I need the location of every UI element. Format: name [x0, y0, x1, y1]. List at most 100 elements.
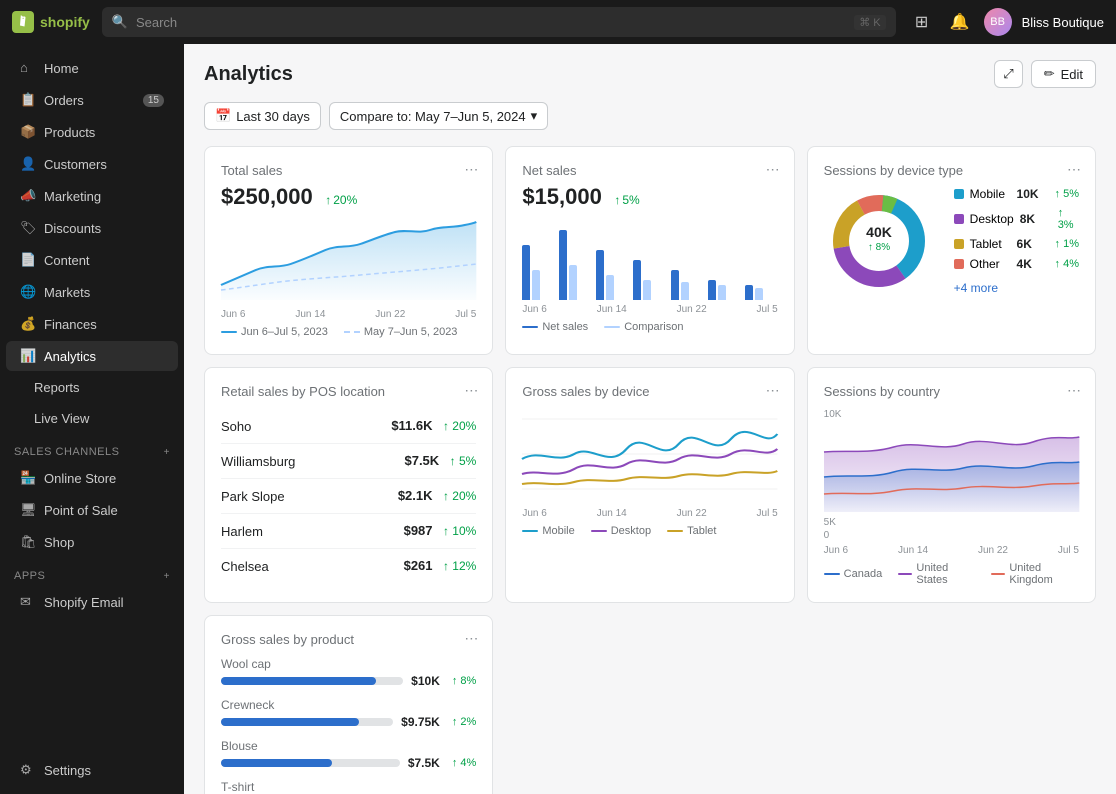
sidebar-item-content[interactable]: 📄 Content: [6, 245, 178, 275]
compare-button[interactable]: Compare to: May 7–Jun 5, 2024 ▾: [329, 102, 548, 130]
search-bar[interactable]: 🔍 Search ⌘ K: [102, 7, 896, 37]
sessions-country-title: Sessions by country: [824, 384, 1079, 399]
bell-icon[interactable]: 🔔: [946, 8, 974, 36]
other-dot: [954, 259, 964, 269]
product-bars: Wool cap $10K ↑ 8% Crewneck: [221, 657, 476, 794]
cards-row-1: Total sales $250,000 20% ⋯: [204, 146, 1096, 355]
donut-area: 40K ↑ 8% Mobile 10K ↑ 5% Desktop: [824, 186, 1079, 296]
sidebar-item-home[interactable]: ⌂ Home: [6, 53, 178, 83]
sidebar-label-shopify-email: Shopify Email: [44, 595, 123, 610]
marketing-icon: 📣: [20, 188, 36, 204]
sidebar-item-finances[interactable]: 💰 Finances: [6, 309, 178, 339]
sales-channels-expand-icon[interactable]: +: [164, 447, 170, 458]
product-bar-wrap-woolcap: $10K ↑ 8%: [221, 674, 476, 688]
gsd-legend-desktop: Desktop: [591, 525, 651, 537]
net-sales-more-icon[interactable]: ⋯: [766, 161, 780, 178]
sidebar-item-analytics[interactable]: 📊 Analytics: [6, 341, 178, 371]
retail-sales-more-icon[interactable]: ⋯: [464, 382, 478, 399]
sidebar-label-reports: Reports: [34, 380, 80, 395]
products-icon: 📦: [20, 124, 36, 140]
label-jul5: Jul 5: [455, 309, 476, 320]
sessions-device-title: Sessions by device type: [824, 163, 1079, 178]
gsd-x-labels: Jun 6 Jun 14 Jun 22 Jul 5: [522, 508, 777, 519]
sidebar-item-live-view[interactable]: Live View: [6, 404, 178, 433]
sidebar-item-online-store[interactable]: 🏪 Online Store: [6, 463, 178, 493]
sidebar-label-content: Content: [44, 253, 90, 268]
bar-secondary-7: [755, 288, 763, 300]
sidebar-label-finances: Finances: [44, 317, 97, 332]
product-value-woolcap: $10K: [411, 674, 440, 688]
shopify-email-icon: ✉: [20, 594, 36, 610]
sessions-country-more-icon[interactable]: ⋯: [1067, 382, 1081, 399]
bar-secondary-3: [606, 275, 614, 300]
avatar[interactable]: BB: [984, 8, 1012, 36]
sidebar-item-products[interactable]: 📦 Products: [6, 117, 178, 147]
label-jun6: Jun 6: [221, 309, 245, 320]
edit-button[interactable]: ✏ Edit: [1031, 60, 1096, 88]
product-bar-fill-blouse: [221, 759, 332, 767]
retail-sales-title: Retail sales by POS location: [221, 384, 476, 399]
expand-button[interactable]: ⤢: [994, 60, 1022, 88]
product-bar-fill-crewneck: [221, 718, 359, 726]
net-sales-bar-chart: [522, 220, 777, 300]
pos-change-parkslope: ↑ 20%: [443, 489, 476, 503]
edit-icon: ✏: [1044, 66, 1055, 82]
tablet-change: ↑ 1%: [1055, 238, 1079, 250]
sessions-device-card: Sessions by device type ⋯: [807, 146, 1096, 355]
gross-sales-device-more-icon[interactable]: ⋯: [766, 382, 780, 399]
net-sales-change: 5%: [614, 193, 639, 207]
bar-group-2: [559, 230, 592, 300]
pos-row-chelsea: Chelsea $261 ↑ 12%: [221, 549, 476, 583]
search-icon: 🔍: [112, 14, 128, 30]
donut-more[interactable]: +4 more: [954, 281, 1079, 295]
product-name-tshirt: T-shirt: [221, 780, 476, 794]
tablet-dot: [954, 239, 964, 249]
sidebar-item-shopify-email[interactable]: ✉ Shopify Email: [6, 587, 178, 617]
bar-primary-3: [596, 250, 604, 300]
discounts-icon: 🏷: [20, 220, 36, 236]
date-range-button[interactable]: 📅 Last 30 days: [204, 102, 321, 130]
sidebar-label-pos: Point of Sale: [44, 503, 118, 518]
bar-secondary-6: [718, 285, 726, 300]
total-sales-more-icon[interactable]: ⋯: [464, 161, 478, 178]
sc-legend-us: United States: [898, 562, 975, 586]
sidebar-item-markets[interactable]: 🌐 Markets: [6, 277, 178, 307]
sales-channels-label: Sales channels: [14, 446, 119, 458]
donut-item-tablet: Tablet 6K ↑ 1%: [954, 237, 1079, 251]
desktop-change: ↑ 3%: [1058, 207, 1079, 231]
apps-expand-icon[interactable]: +: [164, 571, 170, 582]
sidebar-label-home: Home: [44, 61, 79, 76]
sidebar-item-marketing[interactable]: 📣 Marketing: [6, 181, 178, 211]
pos-row-williamsburg: Williamsburg $7.5K ↑ 5%: [221, 444, 476, 479]
pos-row-parkslope: Park Slope $2.1K ↑ 20%: [221, 479, 476, 514]
orders-icon: 📋: [20, 92, 36, 108]
sessions-device-more-icon[interactable]: ⋯: [1067, 161, 1081, 178]
total-sales-title: Total sales: [221, 163, 476, 178]
pos-value-soho: $11.6K: [391, 418, 432, 433]
product-bar-wrap-crewneck: $9.75K ↑ 2%: [221, 715, 476, 729]
sidebar-item-point-of-sale[interactable]: 🖥 Point of Sale: [6, 495, 178, 525]
analytics-icon: 📊: [20, 348, 36, 364]
sidebar-item-customers[interactable]: 👤 Customers: [6, 149, 178, 179]
gross-sales-device-title: Gross sales by device: [522, 384, 777, 399]
sidebar-item-settings[interactable]: ⚙ Settings: [6, 755, 178, 785]
label-jun22: Jun 22: [375, 309, 405, 320]
bar-group-1: [522, 245, 555, 300]
bar-group-5: [671, 270, 704, 300]
sidebar-item-orders[interactable]: 📋 Orders 15: [6, 85, 178, 115]
gsd-legend-tablet: Tablet: [667, 525, 716, 537]
topbar-right: ⊞ 🔔 BB Bliss Boutique: [908, 8, 1104, 36]
sidebar-label-orders: Orders: [44, 93, 84, 108]
sidebar-item-discounts[interactable]: 🏷 Discounts: [6, 213, 178, 243]
monitor-icon[interactable]: ⊞: [908, 8, 936, 36]
sidebar: ⌂ Home 📋 Orders 15 📦 Products 👤 Customer…: [0, 44, 184, 794]
sidebar-item-reports[interactable]: Reports: [6, 373, 178, 402]
donut-total: 40K: [866, 224, 892, 240]
total-sales-change: 20%: [325, 193, 357, 207]
donut-item-other: Other 4K ↑ 4%: [954, 257, 1079, 271]
bar-primary-2: [559, 230, 567, 300]
ns-label-jun22: Jun 22: [677, 304, 707, 315]
gross-sales-product-more-icon[interactable]: ⋯: [464, 630, 478, 647]
sidebar-item-shop[interactable]: 🛍 Shop: [6, 527, 178, 557]
orders-badge: 15: [143, 94, 164, 107]
